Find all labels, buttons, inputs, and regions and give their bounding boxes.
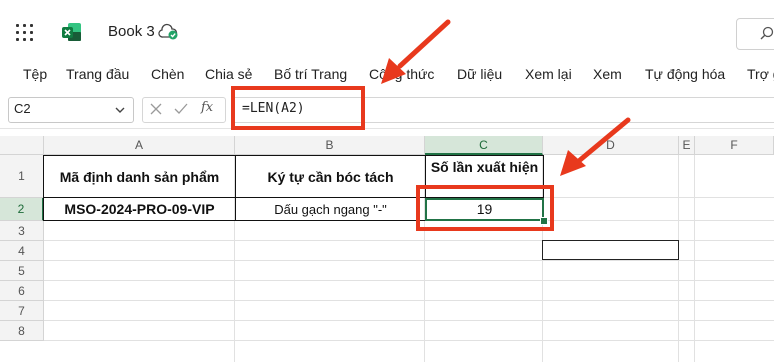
annotation-arrow-formula xyxy=(381,19,451,84)
annotation-arrows xyxy=(381,19,631,176)
annotation-arrow-cell xyxy=(560,117,631,176)
